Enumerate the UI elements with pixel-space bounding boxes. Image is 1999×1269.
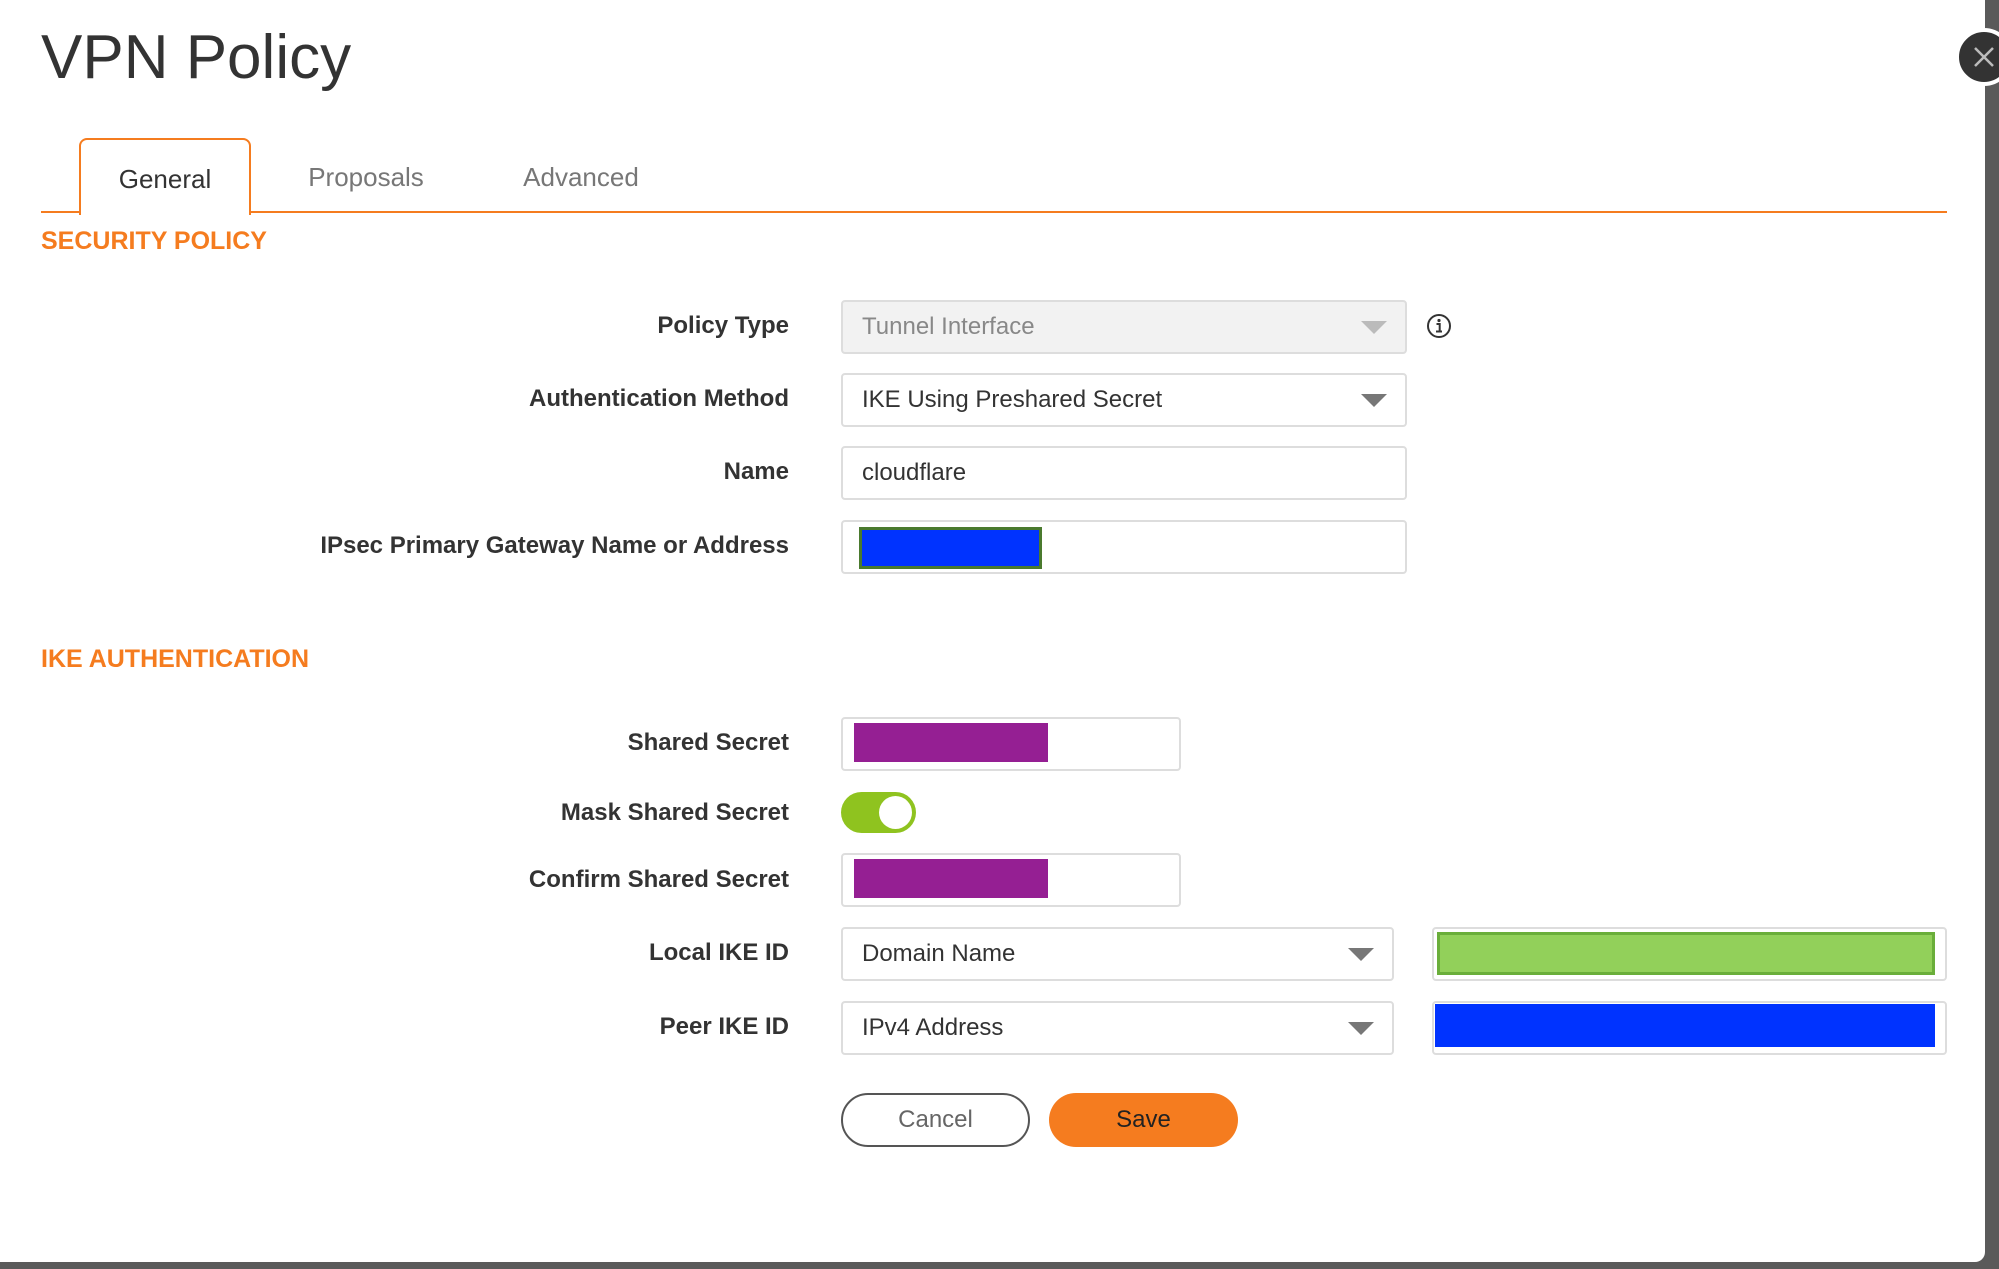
section-heading-ike-auth: IKE AUTHENTICATION <box>41 645 310 673</box>
peer-ike-id-label: Peer IKE ID <box>659 1013 789 1040</box>
policy-type-select[interactable]: Tunnel Interface <box>841 300 1407 354</box>
auth-method-value: IKE Using Preshared Secret <box>862 386 1163 413</box>
cancel-button[interactable]: Cancel <box>841 1093 1030 1147</box>
shared-secret-label: Shared Secret <box>627 729 789 756</box>
redacted-shared-secret <box>854 723 1048 762</box>
local-ike-id-value: Domain Name <box>862 940 1016 967</box>
chevron-down-icon <box>1361 321 1387 334</box>
toggle-knob <box>879 796 912 829</box>
tab-advanced[interactable]: Advanced <box>511 138 651 213</box>
gateway-label: IPsec Primary Gateway Name or Address <box>320 532 789 559</box>
save-button[interactable]: Save <box>1049 1093 1238 1147</box>
peer-ike-id-select[interactable]: IPv4 Address <box>841 1001 1394 1055</box>
policy-type-label: Policy Type <box>657 312 789 339</box>
chevron-down-icon <box>1361 394 1387 407</box>
section-heading-security-policy: SECURITY POLICY <box>41 227 267 255</box>
chevron-down-icon <box>1348 948 1374 961</box>
vpn-policy-dialog: VPN Policy General Proposals Advanced SE… <box>0 0 1985 1262</box>
name-value: cloudflare <box>862 459 967 486</box>
local-ike-id-label: Local IKE ID <box>648 939 789 966</box>
name-label: Name <box>723 458 789 485</box>
auth-method-label: Authentication Method <box>529 385 789 412</box>
mask-shared-secret-label: Mask Shared Secret <box>560 799 789 826</box>
tab-divider <box>41 211 1947 213</box>
peer-ike-id-value: IPv4 Address <box>862 1014 1004 1041</box>
redacted-peer-ike-id <box>1435 1004 1935 1047</box>
redacted-confirm-secret <box>854 859 1048 898</box>
close-icon <box>1974 47 1994 67</box>
mask-shared-secret-toggle[interactable] <box>841 792 916 833</box>
policy-type-value: Tunnel Interface <box>862 313 1035 340</box>
confirm-secret-label: Confirm Shared Secret <box>528 866 789 893</box>
redacted-gateway <box>859 527 1042 569</box>
auth-method-select[interactable]: IKE Using Preshared Secret <box>841 373 1407 427</box>
chevron-down-icon <box>1348 1022 1374 1035</box>
dialog-title: VPN Policy <box>41 23 352 92</box>
redacted-local-ike-id <box>1437 932 1935 975</box>
name-input[interactable]: cloudflare <box>841 446 1407 500</box>
info-icon[interactable] <box>1426 313 1452 339</box>
tab-proposals[interactable]: Proposals <box>301 138 431 213</box>
tab-general[interactable]: General <box>79 138 251 215</box>
local-ike-id-select[interactable]: Domain Name <box>841 927 1394 981</box>
close-button[interactable] <box>1955 28 1999 86</box>
